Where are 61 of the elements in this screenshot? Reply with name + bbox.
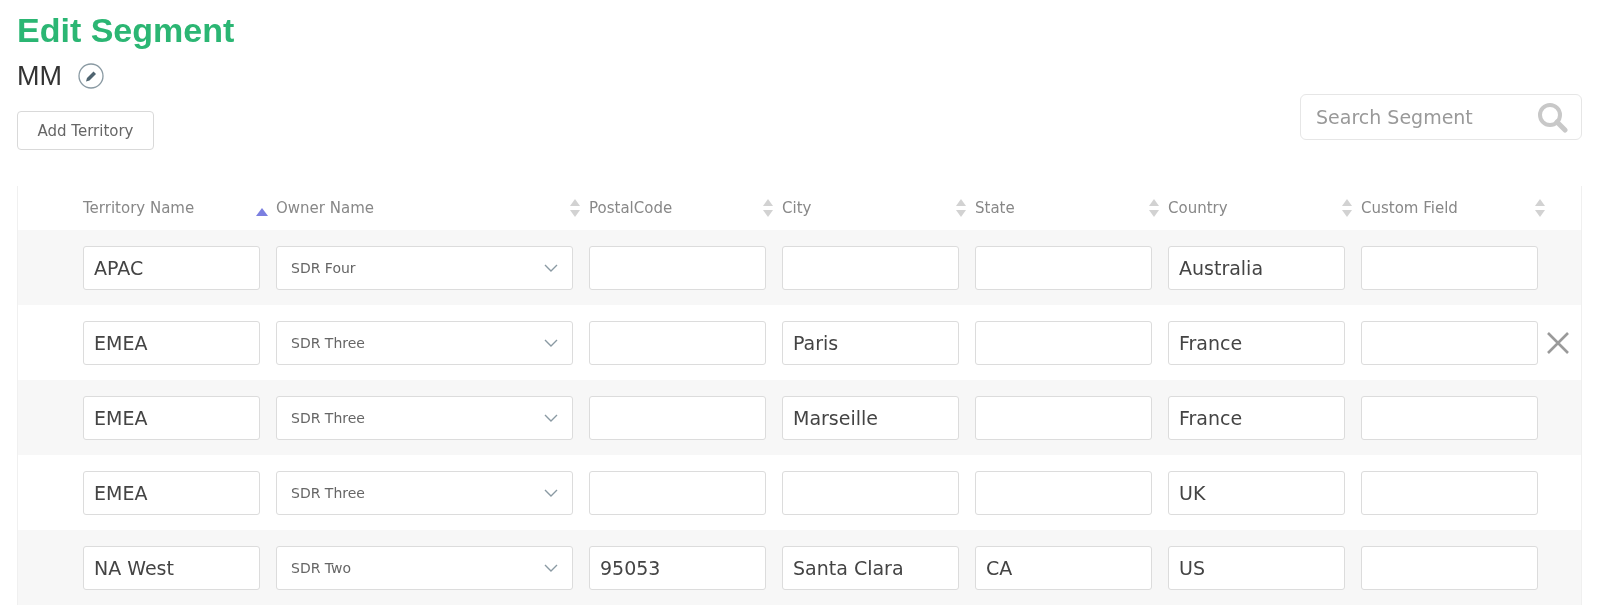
- text-field[interactable]: 95053: [589, 545, 766, 590]
- text-field[interactable]: [1361, 395, 1538, 440]
- text-field[interactable]: [782, 470, 959, 515]
- sort-icon[interactable]: [1341, 199, 1353, 217]
- text-field[interactable]: [589, 245, 766, 290]
- sort-icon[interactable]: [1534, 199, 1546, 217]
- page-title: Edit Segment: [17, 10, 236, 51]
- text-field[interactable]: [1361, 320, 1538, 365]
- edit-pencil-icon[interactable]: [78, 63, 104, 89]
- sort-icon[interactable]: [762, 199, 774, 217]
- text-field[interactable]: US: [1168, 545, 1345, 590]
- search-icon[interactable]: [1536, 101, 1568, 133]
- column-header[interactable]: Owner Name: [276, 199, 374, 217]
- text-field[interactable]: [1361, 245, 1538, 290]
- segment-name: MM: [17, 60, 62, 92]
- text-field[interactable]: CA: [975, 545, 1152, 590]
- text-field[interactable]: [1361, 470, 1538, 515]
- column-header[interactable]: Country: [1168, 199, 1228, 217]
- text-field[interactable]: Santa Clara: [782, 545, 959, 590]
- text-field[interactable]: [589, 395, 766, 440]
- text-field[interactable]: APAC: [83, 245, 260, 290]
- text-field[interactable]: [975, 470, 1152, 515]
- add-territory-button[interactable]: Add Territory: [17, 111, 154, 150]
- chevron-down-icon: [544, 338, 558, 347]
- sort-icon[interactable]: [569, 199, 581, 217]
- sort-icon[interactable]: [1148, 199, 1160, 217]
- owner-dropdown[interactable]: SDR Two: [276, 545, 573, 590]
- column-header[interactable]: PostalCode: [589, 199, 673, 217]
- column-header[interactable]: Territory Name: [83, 199, 195, 217]
- chevron-down-icon: [544, 263, 558, 272]
- close-icon[interactable]: [1546, 330, 1570, 355]
- column-header[interactable]: City: [782, 199, 812, 217]
- owner-dropdown[interactable]: SDR Three: [276, 470, 573, 515]
- chevron-down-icon: [544, 563, 558, 572]
- text-field[interactable]: Australia: [1168, 245, 1345, 290]
- text-field[interactable]: EMEA: [83, 470, 260, 515]
- column-header[interactable]: State: [975, 199, 1015, 217]
- owner-dropdown[interactable]: SDR Four: [276, 245, 573, 290]
- text-field[interactable]: EMEA: [83, 395, 260, 440]
- text-field[interactable]: France: [1168, 320, 1345, 365]
- sort-ascending-icon[interactable]: [256, 207, 268, 217]
- owner-dropdown[interactable]: SDR Three: [276, 320, 573, 365]
- text-field[interactable]: Marseille: [782, 395, 959, 440]
- sort-icon[interactable]: [955, 199, 967, 217]
- owner-dropdown[interactable]: SDR Three: [276, 395, 573, 440]
- text-field[interactable]: France: [1168, 395, 1345, 440]
- column-header[interactable]: Custom Field: [1361, 199, 1458, 217]
- text-field[interactable]: NA West: [83, 545, 260, 590]
- text-field[interactable]: UK: [1168, 470, 1345, 515]
- text-field[interactable]: [782, 245, 959, 290]
- text-field[interactable]: [589, 470, 766, 515]
- text-field[interactable]: Paris: [782, 320, 959, 365]
- text-field[interactable]: [975, 395, 1152, 440]
- text-field[interactable]: [975, 245, 1152, 290]
- text-field[interactable]: EMEA: [83, 320, 260, 365]
- text-field[interactable]: [975, 320, 1152, 365]
- text-field[interactable]: [1361, 545, 1538, 590]
- search-field[interactable]: Search Segment: [1300, 94, 1582, 140]
- chevron-down-icon: [544, 413, 558, 422]
- chevron-down-icon: [544, 488, 558, 497]
- text-field[interactable]: [589, 320, 766, 365]
